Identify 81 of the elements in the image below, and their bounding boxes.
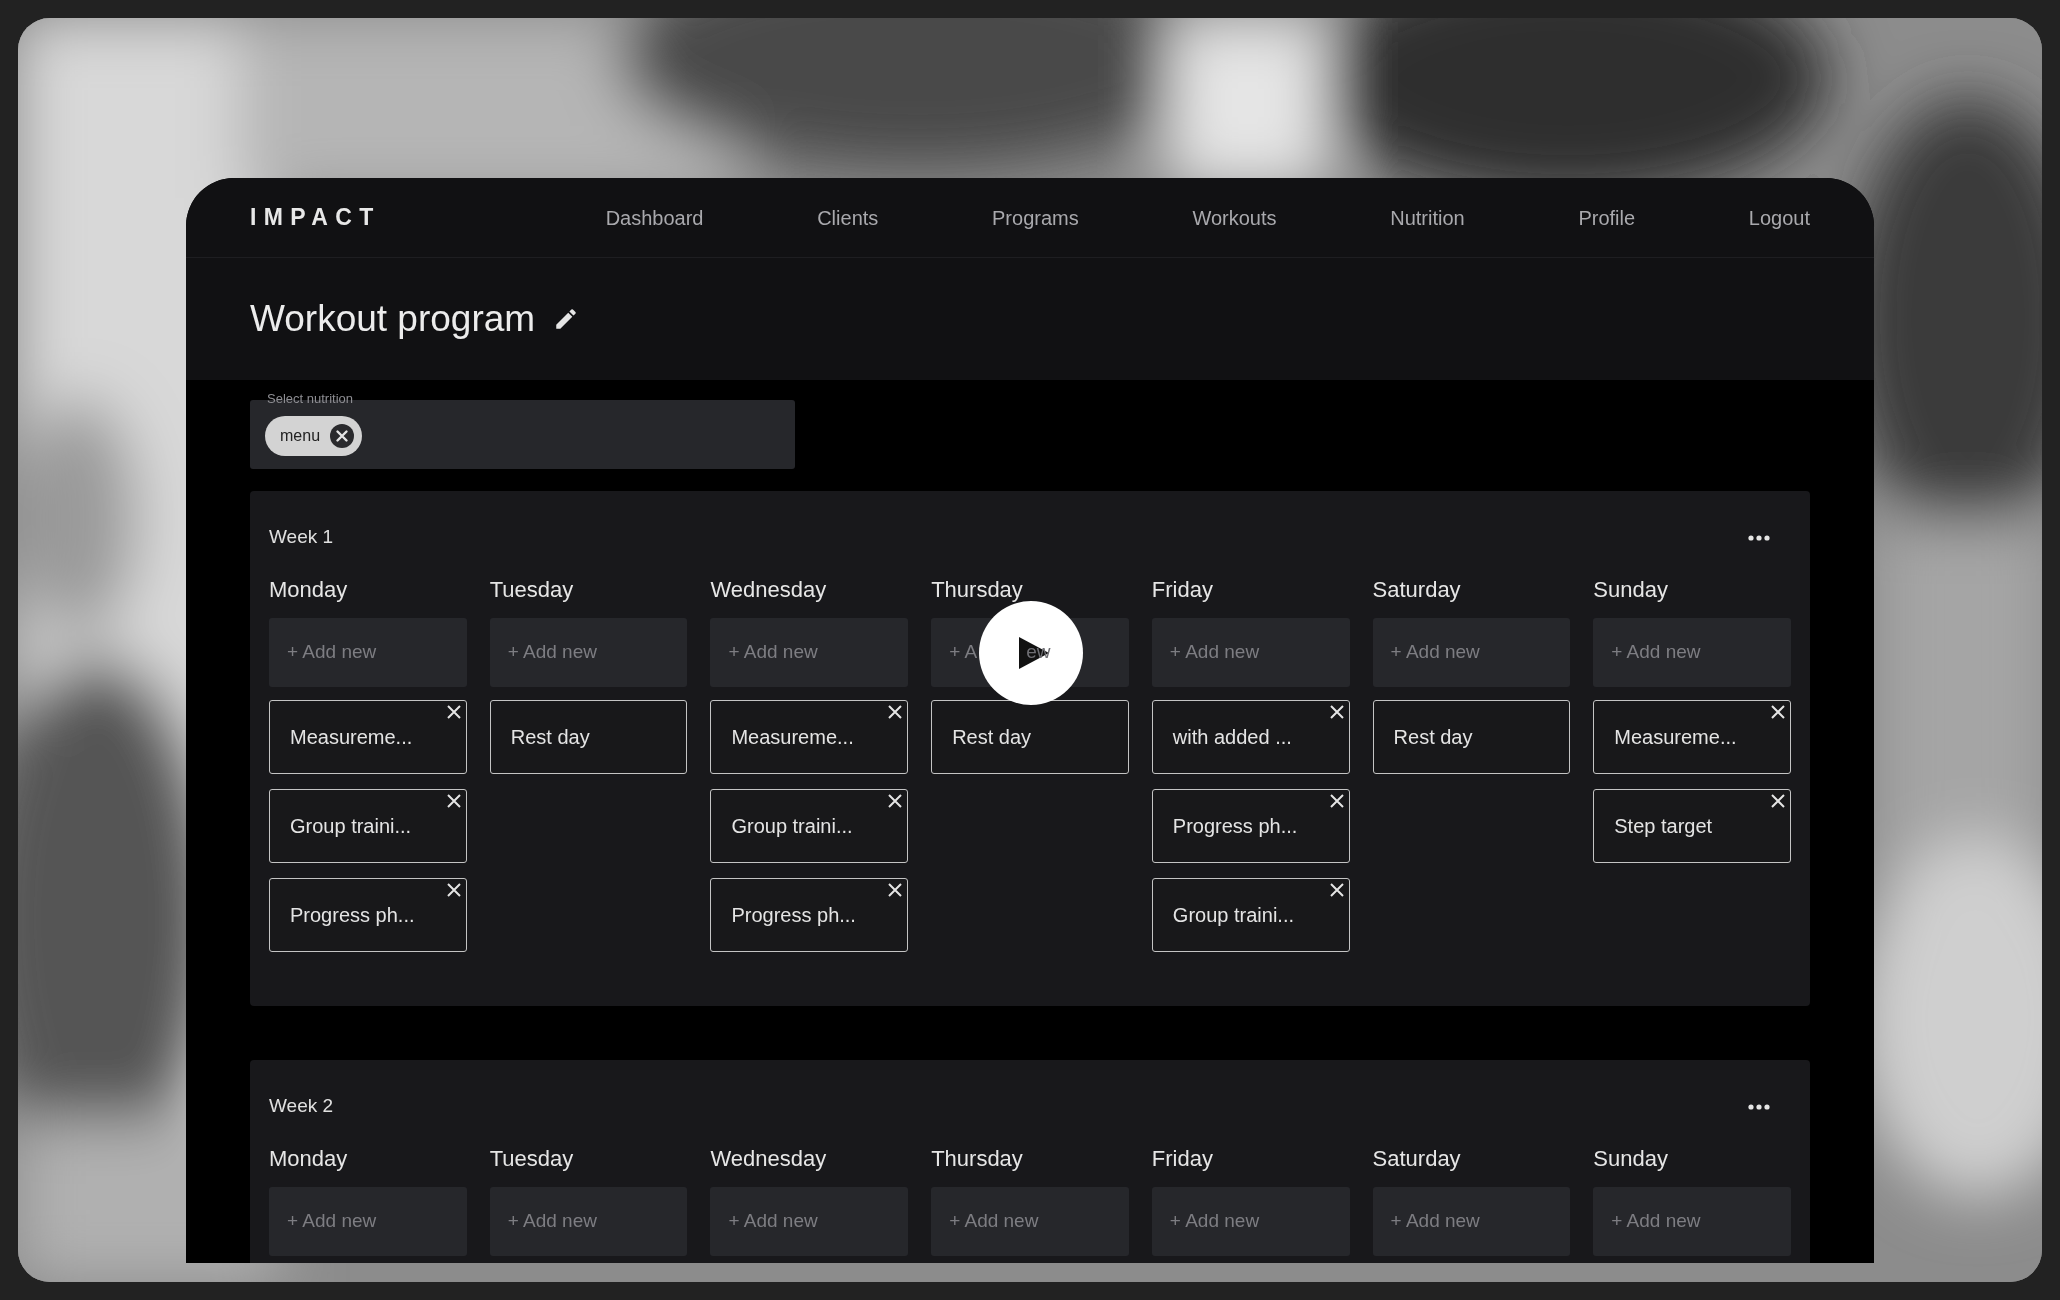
workout-item-card[interactable]: Measureme... [1593,700,1791,774]
add-new-button[interactable]: + Add new [489,1187,688,1256]
day-name: Monday [269,1145,349,1173]
close-icon[interactable] [1329,794,1344,808]
item-label: with added ... [1172,725,1292,750]
day-name: Tuesday [489,1145,575,1173]
close-icon[interactable] [888,794,903,808]
day-name: Thursday [931,1145,1024,1173]
day-name: Thursday [931,576,1024,604]
nav-link[interactable]: Clients [817,202,879,233]
add-new-button[interactable]: + Add new [1593,1187,1791,1256]
day-name: Wednesday [710,1145,828,1173]
close-icon[interactable] [888,705,903,719]
day-name: Tuesday [489,576,575,604]
nav-link[interactable]: Profile [1578,202,1636,233]
item-label: Measureme... [1614,725,1737,750]
workout-item-card[interactable]: Rest day [931,700,1129,774]
item-label: Rest day [1393,725,1473,750]
logo[interactable]: IMPACT [250,200,381,235]
menu-chip[interactable]: menu [265,415,363,456]
more-icon[interactable] [1748,1104,1770,1110]
add-new-button[interactable]: + Add new [931,1187,1129,1256]
add-new-button[interactable]: + Add new [269,618,467,687]
day-name: Friday [1151,576,1214,604]
day-name: Monday [269,576,349,604]
workout-item-card[interactable]: Group traini... [710,789,909,863]
nav-link[interactable]: Dashboard [605,202,704,233]
day-name: Sunday [1593,1145,1669,1173]
item-label: Group traini... [290,814,412,839]
workout-item-card[interactable]: with added ... [1151,700,1350,774]
item-label: Progress ph... [731,903,856,928]
day-name: Friday [1151,1145,1214,1173]
add-new-button[interactable]: + Add new [1372,1187,1571,1256]
close-icon[interactable] [1771,794,1785,808]
close-icon[interactable] [888,883,903,897]
close-icon[interactable] [446,794,461,808]
nav-link[interactable]: Programs [992,202,1079,233]
item-label: Rest day [510,725,590,750]
add-new-button[interactable]: + Add new [1372,618,1571,687]
workout-item-card[interactable]: Measureme... [710,700,909,774]
week-title: Week 1 [269,525,334,549]
item-label: Measureme... [290,725,413,750]
add-new-button[interactable]: + Add new [1151,1187,1350,1256]
page-title: Workout program [250,297,536,342]
more-icon[interactable] [1748,535,1770,541]
add-new-button[interactable]: + Add new [710,618,909,687]
close-icon[interactable] [446,883,461,897]
workout-item-card[interactable]: Step target [1593,789,1791,863]
week-title: Week 2 [269,1094,334,1118]
nav-link[interactable]: Workouts [1192,202,1277,233]
day-name: Saturday [1372,1145,1462,1173]
day-name: Sunday [1593,576,1669,604]
add-new-button[interactable]: + Add new [269,1187,467,1256]
add-new-button[interactable]: + Add new [489,618,688,687]
workout-item-card[interactable]: Progress ph... [710,878,909,952]
close-icon[interactable] [1329,705,1344,719]
item-label: Progress ph... [1172,814,1298,839]
close-icon[interactable] [1329,883,1344,897]
item-label: Progress ph... [290,903,415,928]
workout-item-card[interactable]: Group traini... [269,789,467,863]
remove-icon[interactable] [330,423,355,448]
item-label: Group traini... [1172,903,1294,928]
item-label: Rest day [952,725,1032,750]
nav-link[interactable]: Nutrition [1390,202,1465,233]
add-new-button[interactable]: + Add new [710,1187,909,1256]
workout-item-card[interactable]: Progress ph... [269,878,467,952]
day-name: Saturday [1372,576,1462,604]
workout-item-card[interactable]: Rest day [1372,700,1571,774]
day-name: Wednesday [710,576,828,604]
item-label: Group traini... [731,814,853,839]
item-label: Measureme... [731,725,854,750]
workout-item-card[interactable]: Group traini... [1151,878,1350,952]
item-label: Step target [1614,814,1713,839]
workout-item-card[interactable]: Measureme... [269,700,467,774]
close-icon[interactable] [446,705,461,719]
nav-link[interactable]: Logout [1748,202,1810,233]
add-new-button[interactable]: + Add new [1151,618,1350,687]
close-icon[interactable] [1771,705,1785,719]
workout-item-card[interactable]: Rest day [489,700,688,774]
workout-item-card[interactable]: Progress ph... [1151,789,1350,863]
add-new-button[interactable]: + Add new [1593,618,1791,687]
